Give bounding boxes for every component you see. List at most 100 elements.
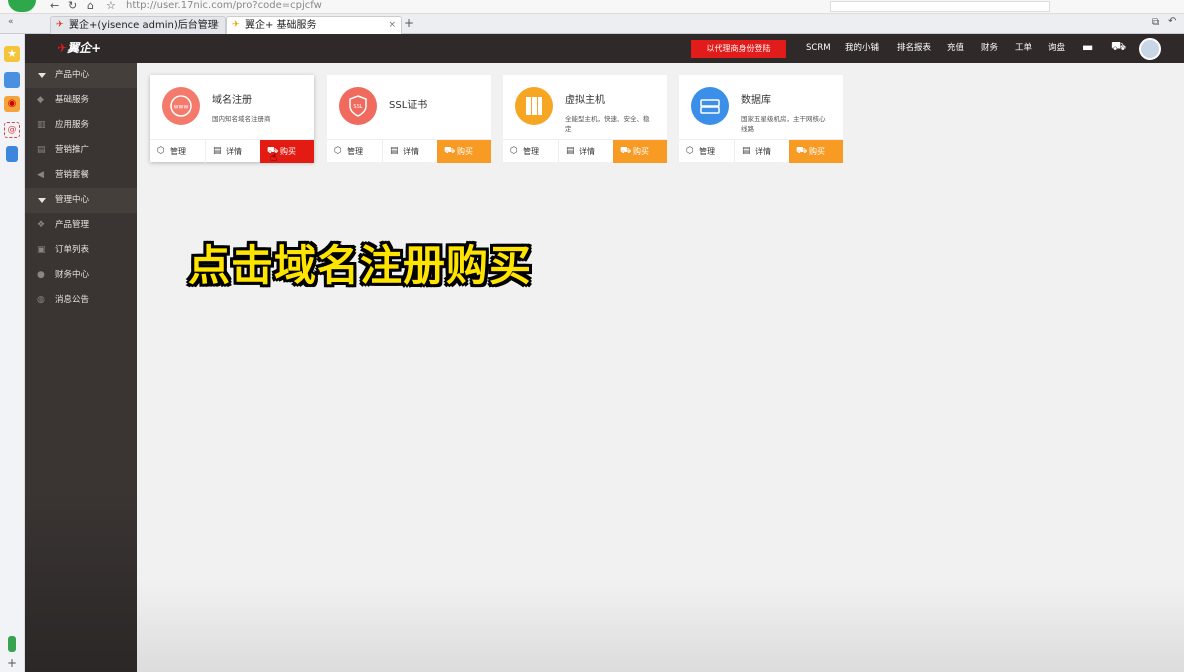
chat-bubble-icon: ◍ xyxy=(37,295,45,305)
sidenav-item-announcements[interactable]: ◍ 消息公告 xyxy=(25,288,137,313)
document-icon: ▤ xyxy=(213,146,222,156)
card-title: 虚拟主机 xyxy=(565,95,605,106)
manage-button[interactable]: ⬡ 管理 xyxy=(503,140,558,163)
nav-recharge[interactable]: 充值 xyxy=(947,43,964,54)
sidenav-item-product-management[interactable]: ❖ 产品管理 xyxy=(25,213,137,238)
detail-button[interactable]: ▤ 详情 xyxy=(205,140,260,163)
building-icon: ▥ xyxy=(37,120,46,130)
app-header: ✈翼企+ 以代理商身份登陆 SCRM 我的小铺 排名报表 充值 财务 工单 询盘… xyxy=(25,34,1184,63)
item-label: 订单列表 xyxy=(55,245,90,255)
card-actions: ⬡ 管理 ▤ 详情 ⛟ 购买 xyxy=(327,139,491,163)
detail-button[interactable]: ▤ 详情 xyxy=(734,140,789,163)
sidenav-item-marketing-package[interactable]: ◀ 营销套餐 xyxy=(25,163,137,188)
item-label: 消息公告 xyxy=(55,295,90,305)
card-actions: ⬡ 管理 ▤ 详情 ⛟ 购买 xyxy=(150,139,314,163)
card-title: SSL证书 xyxy=(389,100,428,111)
main-content: www 域名注册 国内知名域名注册商 ⬡ 管理 ▤ 详情 ⛟ 购买 SSL SSL证书… xyxy=(137,63,1184,672)
manage-label: 管理 xyxy=(170,147,186,156)
svg-text:SSL: SSL xyxy=(353,104,362,110)
tab-basic-services[interactable]: ✈ 翼企+ 基础服务 × xyxy=(226,16,402,34)
avatar[interactable] xyxy=(1139,38,1161,60)
item-label: 营销推广 xyxy=(55,145,90,155)
sidenav-item-finance-center[interactable]: ● 财务中心 xyxy=(25,263,137,288)
ssl-shield-icon: SSL xyxy=(339,87,377,125)
refresh-icon[interactable]: ↻ xyxy=(68,0,77,12)
sidenav-item-app-services[interactable]: ▥ 应用服务 xyxy=(25,113,137,138)
card-actions: ⬡ 管理 ▤ 详情 ⛟ 购买 xyxy=(503,139,667,163)
card-actions: ⬡ 管理 ▤ 详情 ⛟ 购买 xyxy=(679,139,843,163)
detail-button[interactable]: ▤ 详情 xyxy=(558,140,613,163)
mail-icon[interactable]: @ xyxy=(4,122,20,138)
bar-chart-icon: ▤ xyxy=(37,145,46,155)
cube-icon: ⬡ xyxy=(510,146,518,156)
collapse-sidebar-icon[interactable]: « xyxy=(8,17,14,27)
cart-icon[interactable]: ⛟ xyxy=(1111,39,1126,55)
manage-button[interactable]: ⬡ 管理 xyxy=(150,140,205,163)
sidenav-section-product-center[interactable]: 产品中心 xyxy=(25,63,137,88)
money-bag-icon: ● xyxy=(37,270,45,280)
search-box[interactable] xyxy=(830,1,1050,12)
caret-down-icon xyxy=(38,73,46,78)
new-tab-icon[interactable]: + xyxy=(404,16,414,30)
restore-tab-icon[interactable]: ⧉ xyxy=(1152,17,1159,28)
url-field[interactable]: http://user.17nic.com/pro?code=cpjcfw xyxy=(126,0,322,12)
browser-sidebar: ★ ◉ @ + xyxy=(0,34,25,672)
tab-admin[interactable]: ✈ 翼企+(yisence admin)后台管理 × xyxy=(50,16,226,34)
brand-logo[interactable]: ✈翼企+ xyxy=(57,39,101,57)
www-globe-icon: www xyxy=(162,87,200,125)
manage-button[interactable]: ⬡ 管理 xyxy=(327,140,382,163)
item-label: 基础服务 xyxy=(55,95,90,105)
product-card-database: 数据库 国家五星级机房，主干网核心线路 ⬡ 管理 ▤ 详情 ⛟ 购买 xyxy=(679,75,843,163)
notes-icon[interactable] xyxy=(6,146,18,162)
nav-finance[interactable]: 财务 xyxy=(981,43,998,54)
cart-icon: ⛟ xyxy=(796,146,808,156)
nav-ranking-report[interactable]: 排名报表 xyxy=(897,43,931,54)
sidenav-item-basic-services[interactable]: ◆ 基础服务 xyxy=(25,88,137,113)
sidenav-item-order-list[interactable]: ▣ 订单列表 xyxy=(25,238,137,263)
buy-button[interactable]: ⛟ 购买 xyxy=(789,140,843,163)
cube-icon: ⬡ xyxy=(686,146,694,156)
message-icon[interactable]: ▬ xyxy=(1082,40,1093,54)
reader-icon[interactable] xyxy=(4,72,20,88)
browser-address-bar: ← ↻ ⌂ ☆ http://user.17nic.com/pro?code=c… xyxy=(0,0,1184,14)
home-icon[interactable]: ⌂ xyxy=(87,0,94,12)
sidenav-section-management-center[interactable]: 管理中心 xyxy=(25,188,137,213)
buy-button[interactable]: ⛟ 购买 xyxy=(437,140,491,163)
buy-button[interactable]: ⛟ 购买 xyxy=(613,140,667,163)
tab-favicon-icon: ✈ xyxy=(232,20,240,30)
undo-close-icon[interactable]: ↶ xyxy=(1168,16,1176,27)
database-icon xyxy=(691,87,729,125)
agent-login-button[interactable]: 以代理商身份登陆 xyxy=(691,40,786,58)
manage-button[interactable]: ⬡ 管理 xyxy=(679,140,734,163)
manage-label: 管理 xyxy=(347,147,363,156)
server-rack-icon xyxy=(515,87,553,125)
cube-icon: ⬡ xyxy=(157,146,165,156)
section-label: 管理中心 xyxy=(55,195,90,205)
detail-button[interactable]: ▤ 详情 xyxy=(382,140,437,163)
nav-scrm[interactable]: SCRM xyxy=(806,43,831,54)
star-icon[interactable]: ☆ xyxy=(106,0,116,12)
product-card-domain: www 域名注册 国内知名域名注册商 ⬡ 管理 ▤ 详情 ⛟ 购买 xyxy=(150,75,314,163)
card-desc: 国内知名域名注册商 xyxy=(212,115,271,123)
favorites-icon[interactable]: ★ xyxy=(4,46,20,62)
close-tab-icon[interactable]: × xyxy=(388,17,396,34)
manage-label: 管理 xyxy=(523,147,539,156)
cubes-icon: ❖ xyxy=(37,220,46,230)
battery-icon xyxy=(8,636,16,652)
add-icon[interactable]: + xyxy=(7,656,17,670)
nav-ticket[interactable]: 工单 xyxy=(1015,43,1032,54)
buy-button[interactable]: ⛟ 购买 xyxy=(260,140,314,163)
back-icon[interactable]: ← xyxy=(50,0,59,12)
nav-inquiry[interactable]: 询盘 xyxy=(1048,43,1065,54)
weibo-icon[interactable]: ◉ xyxy=(4,96,20,112)
cart-icon: ⛟ xyxy=(444,146,456,156)
document-icon: ▤ xyxy=(566,146,575,156)
card-title: 数据库 xyxy=(741,95,771,106)
browser-tab-strip: « ✈ 翼企+(yisence admin)后台管理 × ✈ 翼企+ 基础服务 … xyxy=(0,14,1184,34)
close-tab-icon[interactable]: × xyxy=(212,17,220,34)
section-label: 产品中心 xyxy=(55,70,90,80)
detail-label: 详情 xyxy=(579,147,595,156)
card-title: 域名注册 xyxy=(212,95,252,106)
nav-my-shop[interactable]: 我的小铺 xyxy=(845,43,879,54)
sidenav-item-marketing[interactable]: ▤ 营销推广 xyxy=(25,138,137,163)
